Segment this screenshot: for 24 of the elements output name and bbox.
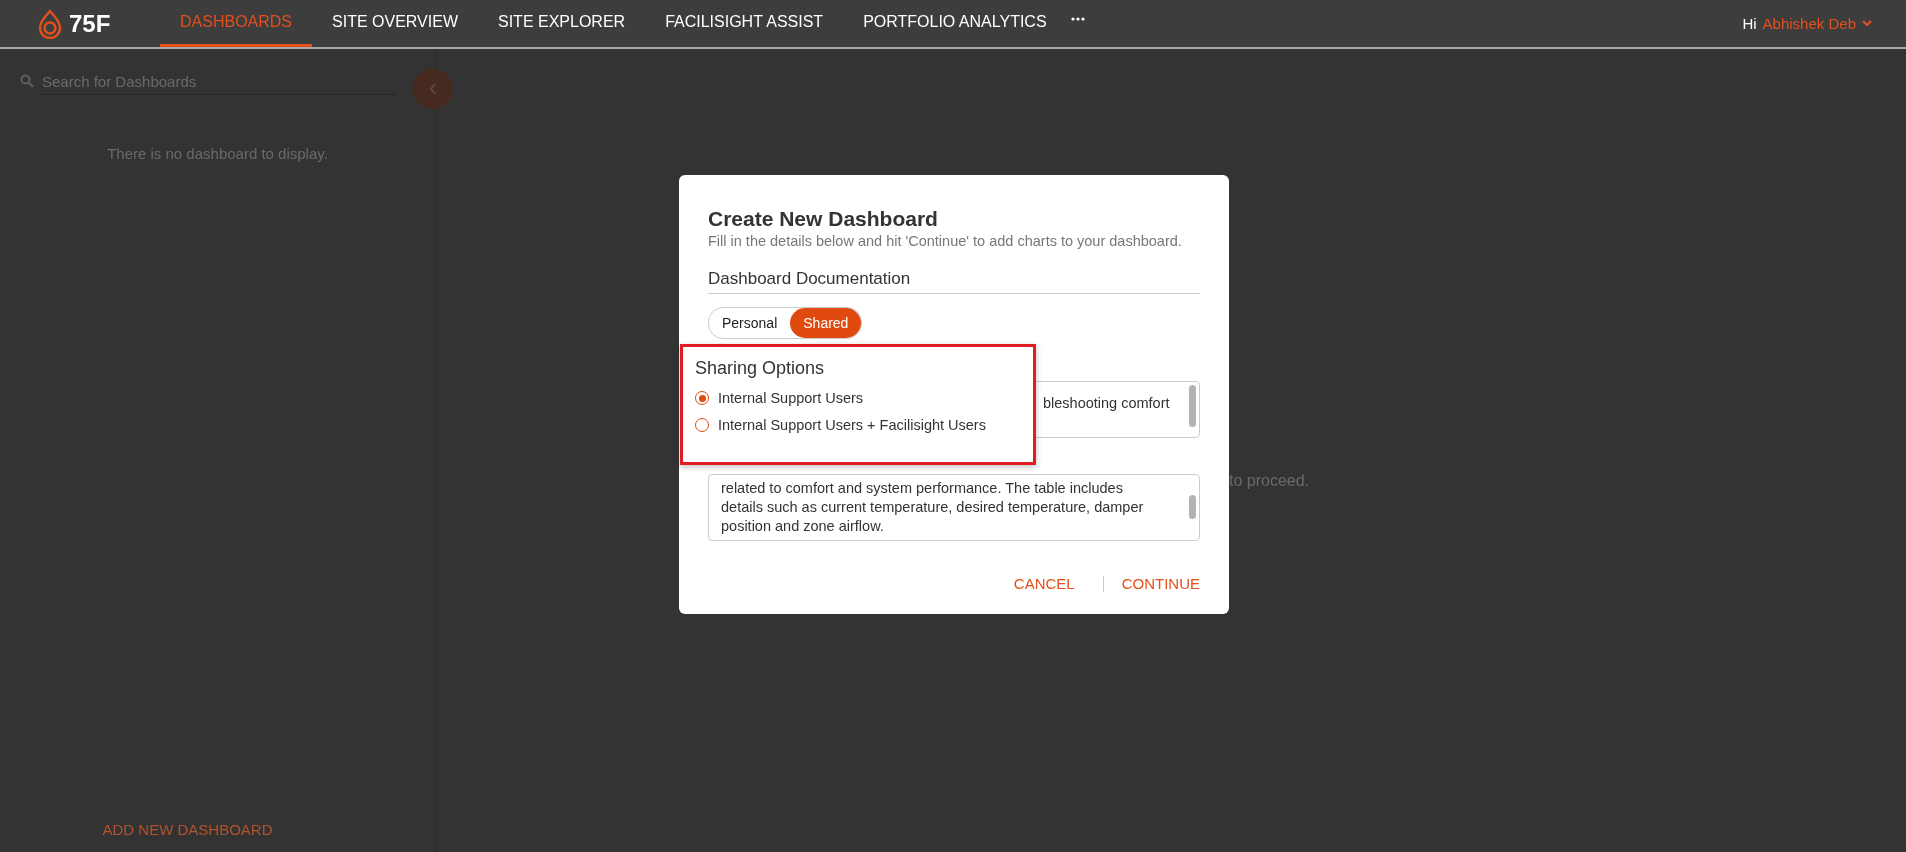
more-icon[interactable] (1070, 16, 1085, 21)
drop-logo-icon (37, 8, 63, 39)
logo-text: 75F (69, 9, 111, 38)
text-area[interactable]: related to comfort and system performance. The table includes details such as current temperature, desired temperature, damper position and zone airflow. (708, 474, 1200, 541)
scrollbar-thumb[interactable] (1189, 495, 1196, 519)
search-icon (20, 74, 34, 88)
popover-title: Sharing Options (695, 358, 826, 379)
greeting: Hi (1742, 15, 1757, 32)
scrollbar-thumb[interactable] (1189, 385, 1196, 427)
continue-button[interactable]: CONTINUE (1121, 571, 1200, 596)
cancel-button[interactable]: CANCEL (1013, 571, 1075, 596)
toggle-option[interactable]: Shared (790, 308, 862, 338)
chevron-down-icon[interactable] (1862, 20, 1872, 27)
section-heading: Dashboard Documentation (708, 269, 1200, 294)
chevron-left-icon[interactable] (429, 83, 437, 95)
option-label[interactable]: Internal Support Users (718, 390, 864, 406)
nav-tab[interactable]: PORTFOLIO ANALYTICS (843, 0, 1067, 47)
toggle-option[interactable]: Personal (709, 308, 791, 338)
option-label[interactable]: Internal Support Users + Facilisight Users (718, 417, 986, 433)
dialog-title: Create New Dashboard (708, 207, 939, 231)
nav-tab[interactable]: FACILISIGHT ASSIST (645, 0, 844, 47)
dialog-subtitle: Fill in the details below and hit 'Continue' to add charts to your dashboard. (708, 233, 1183, 249)
nav-tab[interactable]: SITE EXPLORER (478, 0, 646, 47)
nav-tab[interactable]: SITE OVERVIEW (312, 0, 478, 47)
